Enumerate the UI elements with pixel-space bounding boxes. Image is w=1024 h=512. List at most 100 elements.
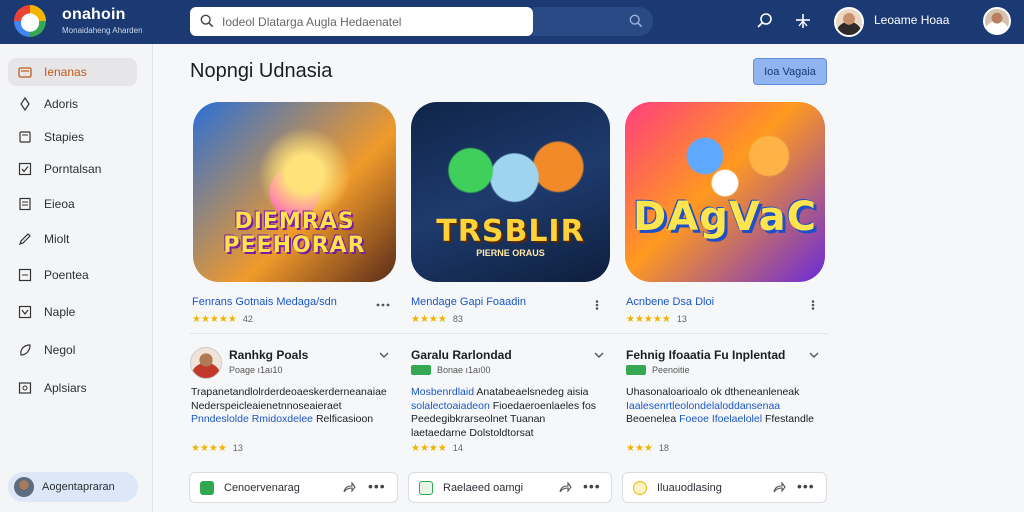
game-title-link[interactable]: Acnbene Dsa Dloi	[626, 296, 714, 308]
share-icon[interactable]	[558, 481, 572, 495]
more-horizontal-icon[interactable]: •••	[583, 478, 601, 494]
more-horizontal-icon[interactable]: •••	[368, 478, 386, 494]
sidebar-item-7[interactable]: Naple	[8, 298, 137, 326]
sidebar-item-5[interactable]: Miolt	[8, 225, 137, 253]
review-link[interactable]: Pnndeslolde	[191, 413, 249, 425]
reviewer-meta: Poage ı1aı10	[229, 365, 283, 375]
review-link[interactable]: Mosbenrdlaid	[411, 386, 474, 398]
top-action-button[interactable]: Ioa Vagaia	[753, 58, 827, 85]
sidebar-item-1[interactable]: Adoris	[8, 90, 137, 118]
search-icon	[629, 14, 643, 28]
rating-count: 13	[232, 443, 243, 453]
page-title: Nopngi Udnasia	[190, 60, 333, 82]
rating-count: 83	[452, 314, 463, 324]
account-label: Aogentapraran	[42, 481, 115, 493]
game-artwork[interactable]: TRSBLIR PIERNE ORAUS	[411, 102, 610, 282]
search-icon[interactable]	[756, 12, 774, 30]
rating-stars: ★★★★★	[192, 314, 237, 325]
more-horizontal-icon[interactable]	[376, 300, 390, 310]
rating-count: 18	[658, 443, 669, 453]
leaf-icon	[20, 344, 31, 356]
review-rating: ★★★★ 14	[411, 443, 463, 454]
brand-name: onahoin	[62, 6, 126, 23]
book-icon	[19, 131, 31, 143]
review-link[interactable]: solalectoaiadeon	[411, 400, 490, 412]
top-bar: onahoin Monaidaheng Aharden Iodeol Dlata…	[0, 0, 1024, 44]
review-text-part: Beoenelea	[626, 413, 677, 425]
reviewer-name[interactable]: Fehnig Ifoaatia Fu Inplentad	[626, 348, 785, 362]
review-text: Uhasonaloarioalo ok dtheneanleneak Iaale…	[626, 386, 814, 427]
game-action-bar[interactable]: Iluauodlasing •••	[622, 472, 827, 503]
game-art-subtitle: PIERNE ORAUS	[476, 248, 545, 258]
share-icon[interactable]	[772, 481, 786, 495]
rating-stars: ★★★★	[411, 443, 447, 454]
review-text-part: Trapanetandlolrderdeoaeskerderneanaiae N…	[191, 386, 387, 412]
game-action-bar[interactable]: Cenoervenarag •••	[189, 472, 398, 503]
sparkle-icon[interactable]	[794, 12, 812, 30]
app-badge-icon	[419, 480, 433, 495]
brand-subtitle: Monaidaheng Aharden	[62, 26, 143, 35]
review-link[interactable]: Rmidoxdelee	[252, 413, 313, 425]
sidebar-item-label: Miolt	[44, 232, 70, 246]
review-rating: ★★★★ 13	[191, 443, 243, 454]
review-text-part: Dolstoldtorsat	[469, 426, 534, 439]
verified-badge-icon	[626, 365, 646, 375]
more-vertical-icon[interactable]	[590, 300, 604, 310]
sidebar-item-8[interactable]: Negol	[8, 336, 137, 364]
search-input[interactable]: Iodeol Dlatarga Augla Hedaenatel	[190, 7, 533, 36]
list-icon	[18, 268, 32, 282]
more-horizontal-icon[interactable]: •••	[797, 478, 815, 494]
app-badge-icon	[633, 480, 647, 495]
sidebar-item-label: Aplsiars	[44, 381, 87, 395]
sidebar: Ienanas Adoris Stapies Porntalsan Eieoa …	[0, 44, 153, 512]
sidebar-item-label: Ienanas	[44, 65, 87, 79]
sidebar-item-label: Porntalsan	[44, 162, 102, 176]
sidebar-item-label: Poentea	[44, 268, 89, 282]
share-icon[interactable]	[342, 481, 356, 495]
user-avatar[interactable]	[834, 7, 864, 37]
game-title-link[interactable]: Fenrans Gotnais Medaga/sdn	[192, 296, 337, 308]
game-rating: ★★★★★ 42	[192, 314, 253, 325]
game-action-bar[interactable]: Raelaeed oamgi •••	[408, 472, 612, 503]
reviewer-name[interactable]: Garalu Rarlondad	[411, 348, 512, 362]
action-label: Iluauodlasing	[657, 481, 722, 494]
sidebar-item-label: Negol	[44, 343, 76, 357]
review-rating: ★★★ 18	[626, 443, 669, 454]
sidebar-item-4[interactable]: Eieoa	[8, 190, 137, 218]
game-artwork[interactable]: DAgVaC	[625, 102, 825, 282]
sidebar-item-3[interactable]: Porntalsan	[8, 155, 137, 183]
chevron-down-icon[interactable]	[378, 350, 390, 360]
profile-avatar[interactable]	[983, 7, 1011, 35]
reviewer-meta-text: Poage ı1aı10	[229, 365, 283, 375]
chevron-down-icon[interactable]	[593, 350, 605, 360]
sidebar-item-label: Naple	[44, 305, 76, 319]
search-icon	[200, 14, 214, 28]
search-extension[interactable]	[533, 7, 653, 36]
chevron-down-icon[interactable]	[808, 350, 820, 360]
sidebar-item-2[interactable]: Stapies	[8, 123, 137, 151]
rating-stars: ★★★★	[191, 443, 227, 454]
reviewer-avatar[interactable]	[190, 347, 222, 379]
game-artwork[interactable]: DIEMRAS PEEHORAR	[193, 102, 396, 282]
pin-icon	[20, 97, 30, 111]
review-link[interactable]: Foeoe Ifoelaelolel	[679, 413, 762, 425]
more-vertical-icon[interactable]	[806, 300, 820, 310]
rating-stars: ★★★★★	[626, 314, 671, 325]
section-divider	[190, 333, 828, 334]
review-text: Mosbenrdlaid Anatabeaelsnedeg aisia sola…	[411, 386, 599, 440]
rating-count: 14	[452, 443, 463, 453]
reviewer-name[interactable]: Ranhkg Poals	[229, 348, 308, 362]
sidebar-item-0[interactable]: Ienanas	[8, 58, 137, 86]
user-name[interactable]: Leoame Hoaa	[874, 13, 949, 27]
sidebar-item-6[interactable]: Poentea	[8, 261, 137, 289]
home-icon	[18, 67, 32, 78]
game-title-link[interactable]: Mendage Gapi Foaadin	[411, 296, 526, 308]
reviewer-meta-text: Bonae ı1aı00	[437, 365, 491, 375]
review-link[interactable]: Iaalesenrtleolondelaloddansenaa	[626, 400, 780, 412]
search-placeholder: Iodeol Dlatarga Augla Hedaenatel	[222, 14, 402, 29]
sidebar-item-9[interactable]: Aplsiars	[8, 374, 137, 402]
game-art-title: DIEMRAS PEEHORAR	[223, 209, 366, 258]
app-logo[interactable]	[14, 5, 46, 37]
reviewer-meta: Bonae ı1aı00	[411, 365, 491, 375]
sidebar-account-pill[interactable]: Aogentapraran	[8, 472, 138, 502]
